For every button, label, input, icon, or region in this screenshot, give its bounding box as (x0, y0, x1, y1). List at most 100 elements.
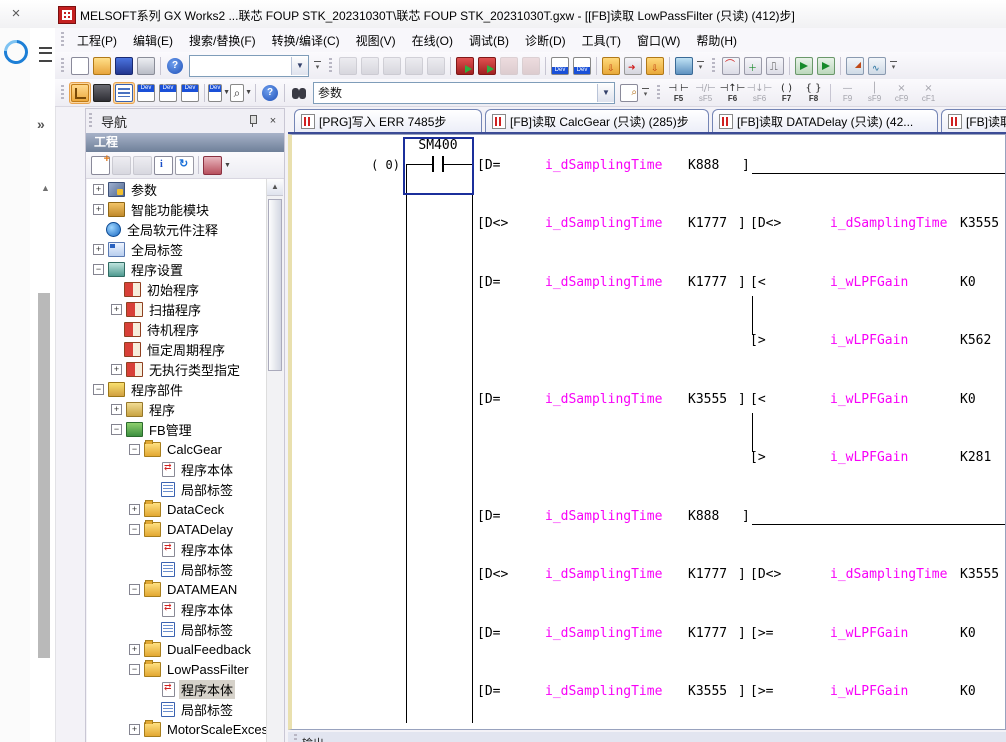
constant-operand[interactable]: K888 (688, 158, 719, 174)
ladder-symbol-F7[interactable]: ( )F7 (773, 81, 800, 105)
verify-page-button[interactable] (618, 82, 640, 104)
tree-item-局部标签[interactable]: 局部标签 (87, 559, 266, 579)
document-tab-3[interactable]: [FB]读取 DA (941, 109, 1006, 132)
tree-item-CalcGear[interactable]: −CalcGear (87, 439, 266, 459)
instruction-op[interactable]: [D= (477, 158, 500, 174)
instruction-op[interactable]: [< (750, 392, 766, 408)
combobox-arrow-icon[interactable]: ▼ (291, 57, 308, 75)
close-bracket[interactable]: ] (738, 275, 746, 291)
device-table-button[interactable] (157, 82, 179, 104)
monitor-pc-button[interactable] (673, 55, 695, 77)
device-operand[interactable]: i_wLPFGain (830, 450, 908, 466)
device-operand[interactable]: i_dSamplingTime (830, 567, 947, 583)
tree-expand-icon[interactable]: + (129, 724, 140, 735)
device-verify-button[interactable] (498, 55, 520, 77)
toolbar-overflow-icon[interactable] (695, 55, 706, 77)
tree-item-FB管理[interactable]: −FB管理 (87, 419, 266, 439)
graph-add-button[interactable] (742, 55, 764, 77)
device-operand[interactable]: i_wLPFGain (830, 275, 908, 291)
instruction-op[interactable]: [< (750, 275, 766, 291)
toolbar-overflow-icon[interactable] (312, 55, 323, 77)
tree-expand-icon[interactable]: − (129, 524, 140, 535)
nav-scrollbar[interactable]: ▲ (266, 179, 283, 742)
menu-item-0[interactable]: 工程(P) (69, 29, 125, 52)
device-display-button[interactable]: ▼ (208, 82, 230, 104)
tree-item-智能功能模块[interactable]: +智能功能模块 (87, 199, 266, 219)
tree-item-程序本体[interactable]: 程序本体 (87, 599, 266, 619)
tree-expand-icon[interactable]: − (93, 384, 104, 395)
ladder-symbol-F8[interactable]: { }F8 (800, 81, 827, 105)
close-bracket[interactable]: ] (738, 392, 746, 408)
ladder-symbol-sF5[interactable]: ⊣/⊢sF5 (692, 81, 719, 105)
device-read-button[interactable] (476, 55, 498, 77)
tree-item-程序本体[interactable]: 程序本体 (87, 539, 266, 559)
tree-item-局部标签[interactable]: 局部标签 (87, 699, 266, 719)
scale-meter2-button[interactable] (866, 55, 888, 77)
combobox-arrow-icon[interactable]: ▼ (597, 84, 614, 102)
comment-write-button[interactable] (571, 55, 593, 77)
nav-scroll-up-icon[interactable]: ▲ (267, 179, 283, 196)
menu-grip[interactable] (61, 32, 64, 48)
background-scrollbar[interactable] (38, 293, 50, 658)
module-config-button[interactable] (91, 82, 113, 104)
device-operand[interactable]: i_wLPFGain (830, 684, 908, 700)
instruction-op[interactable]: [> (750, 450, 766, 466)
device-operand[interactable]: i_dSamplingTime (545, 567, 662, 583)
jump-back-button[interactable] (644, 55, 666, 77)
instruction-op[interactable]: [D= (477, 626, 500, 642)
tree-item-DualFeedback[interactable]: +DualFeedback (87, 639, 266, 659)
instruction-op[interactable]: [D= (477, 275, 500, 291)
tree-item-程序本体[interactable]: 程序本体 (87, 459, 266, 479)
print-button[interactable] (135, 55, 157, 77)
pulse-trace-button[interactable] (764, 55, 786, 77)
document-tab-0[interactable]: [PRG]写入 ERR 7485步 (294, 109, 482, 132)
tree-item-参数[interactable]: +参数 (87, 179, 266, 199)
selected-cell[interactable] (403, 137, 474, 195)
ladder-symbol-F6[interactable]: ⊣↑⊢F6 (719, 81, 746, 105)
ladder-symbol-sF9[interactable]: │sF9 (861, 81, 888, 105)
ladder-editor[interactable]: ( 0)SM400[D=i_dSamplingTimeK888][D<>i_dS… (288, 134, 1006, 730)
new-item-icon[interactable] (91, 156, 110, 175)
menu-item-1[interactable]: 编辑(E) (125, 29, 181, 52)
menu-item-7[interactable]: 诊断(D) (517, 29, 574, 52)
help-button[interactable]: ? (164, 55, 186, 77)
menu-item-3[interactable]: 转换/编译(C) (264, 29, 348, 52)
tree-expand-icon[interactable]: − (129, 444, 140, 455)
device-diff-button[interactable] (520, 55, 542, 77)
copy-button[interactable] (359, 55, 381, 77)
tree-item-无执行类型指定[interactable]: +无执行类型指定 (87, 359, 266, 379)
tree-item-全局标签[interactable]: +全局标签 (87, 239, 266, 259)
pin-icon[interactable] (246, 114, 260, 128)
menu-item-5[interactable]: 在线(O) (404, 29, 461, 52)
tree-expand-icon[interactable]: + (93, 204, 104, 215)
instruction-op[interactable]: [> (750, 333, 766, 349)
device-operand[interactable]: i_dSamplingTime (545, 509, 662, 525)
browser-swirl-icon[interactable] (0, 35, 33, 69)
constant-operand[interactable]: K3555 (688, 684, 727, 700)
close-bracket[interactable]: ] (742, 509, 750, 525)
constant-operand[interactable]: K562 (960, 333, 991, 349)
tree-item-DATADelay[interactable]: −DATADelay (87, 519, 266, 539)
close-bracket[interactable]: ] (738, 567, 746, 583)
toolbar-grip[interactable] (657, 85, 660, 101)
instruction-op[interactable]: [D<> (750, 216, 781, 232)
binoculars-button[interactable] (288, 82, 310, 104)
menu-item-2[interactable]: 搜索/替换(F) (181, 29, 264, 52)
menu-item-4[interactable]: 视图(V) (348, 29, 404, 52)
paste-button[interactable] (381, 55, 403, 77)
device-operand[interactable]: i_dSamplingTime (545, 158, 662, 174)
combobox-value[interactable]: 参数 (314, 84, 597, 101)
open-project-button[interactable] (91, 55, 113, 77)
redo-button[interactable] (425, 55, 447, 77)
device-operand[interactable]: i_dSamplingTime (545, 275, 662, 291)
tree-expand-icon[interactable]: + (93, 184, 104, 195)
tree-item-局部标签[interactable]: 局部标签 (87, 619, 266, 639)
constant-operand[interactable]: K1777 (688, 626, 727, 642)
nav-close-icon[interactable]: × (266, 114, 280, 128)
menu-item-9[interactable]: 窗口(W) (629, 29, 688, 52)
tree-item-初始程序[interactable]: 初始程序 (87, 279, 266, 299)
toolbar-overflow-icon[interactable] (888, 55, 899, 77)
run-monitor-button[interactable] (815, 55, 837, 77)
menu-item-10[interactable]: 帮助(H) (688, 29, 745, 52)
constant-operand[interactable]: K1777 (688, 216, 727, 232)
